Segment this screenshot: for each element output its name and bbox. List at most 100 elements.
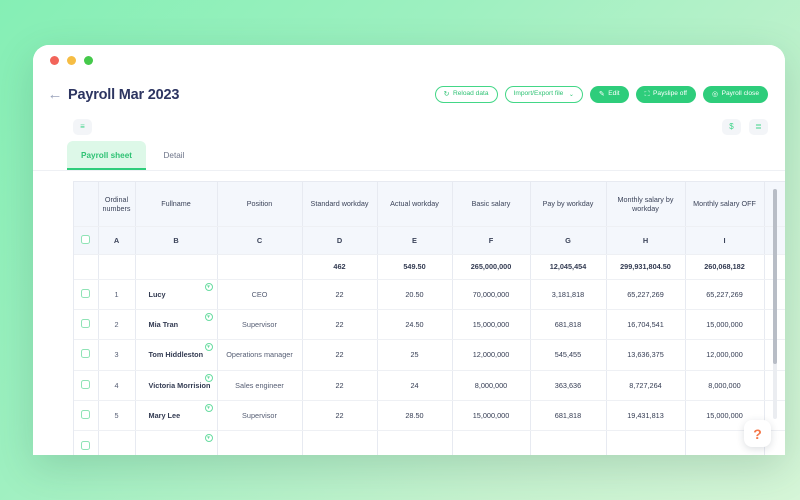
cell-monthly-salary-by-workday: 8,727,264 <box>606 370 686 402</box>
row-select-cell[interactable] <box>74 279 99 310</box>
letter-a: A <box>98 226 136 255</box>
cell-monthly-salary-by-workday: 13,636,375 <box>606 339 686 371</box>
import-export-file-button[interactable]: Import/Export file ⌄ <box>504 86 583 103</box>
cell-fullname: Mary Lee ▾ <box>135 400 218 432</box>
table-row[interactable]: 5 Mary Lee ▾ Supervisor 22 28.50 15,000,0… <box>74 400 785 432</box>
table-row[interactable]: 2 Mia Tran ▾ Supervisor 22 24.50 15,000,0… <box>74 309 785 341</box>
row-expand-icon[interactable]: ▾ <box>204 343 213 352</box>
row-checkbox[interactable] <box>81 379 91 389</box>
header-ordinal: Ordinal numbers <box>98 182 136 227</box>
table-row[interactable]: 3 Tom Hiddleston ▾ Operations manager 22 … <box>74 339 785 371</box>
row-expand-icon[interactable]: ▾ <box>204 373 213 382</box>
header-fullname: Fullname <box>135 182 218 227</box>
cell-monthly-salary-off: 65,227,269 <box>685 279 765 310</box>
totals-fullname <box>135 254 218 280</box>
row-checkbox[interactable] <box>81 288 91 298</box>
fullname-text: Tom Hiddleston <box>148 350 204 360</box>
cell-ordinal: 4 <box>98 370 136 402</box>
fullname-text: Lucy <box>148 289 166 299</box>
cell-basic-salary: 8,000,000 <box>452 370 531 402</box>
table-vertical-scrollbar[interactable] <box>773 189 777 419</box>
totals-basic-salary: 265,000,000 <box>452 254 531 280</box>
cell-ordinal: 5 <box>98 400 136 432</box>
cell-actual-workday: 20.50 <box>377 279 453 310</box>
row-select-cell[interactable] <box>74 400 99 432</box>
cell-standard-workday: 22 <box>302 309 378 341</box>
app-window: ← Payroll Mar 2023 ↻ Reload data Import/… <box>33 45 785 455</box>
row-select-cell[interactable] <box>74 339 99 371</box>
cell-actual-workday: 24 <box>377 370 453 402</box>
cell-actual-workday: 24.50 <box>377 309 453 341</box>
table-scroll-container[interactable]: Ordinal numbers Fullname Position Standa… <box>73 181 785 455</box>
list-icon[interactable]: ≣ <box>749 119 768 135</box>
totals-standard-workday: 462 <box>302 254 378 280</box>
check-circle-icon: ◎ <box>712 91 719 98</box>
window-close-dot[interactable] <box>50 56 59 65</box>
row-expand-icon[interactable]: ▾ <box>204 312 213 321</box>
cell-position: Sales engineer <box>217 370 303 402</box>
page-title: Payroll Mar 2023 <box>68 86 180 103</box>
totals-pay-by-workday: 12,045,454 <box>530 254 607 280</box>
help-button[interactable]: ? <box>744 420 771 447</box>
filter-icon[interactable]: ≡ <box>73 119 92 135</box>
fullname-text: Victoria Morrision <box>148 380 211 390</box>
cell-fullname: ▾ <box>135 430 218 455</box>
table-row[interactable]: 4 Victoria Morrision ▾ Sales engineer 22 … <box>74 370 785 402</box>
window-minimize-dot[interactable] <box>67 56 76 65</box>
row-checkbox[interactable] <box>81 349 91 359</box>
cell-standard-workday: 22 <box>302 400 378 432</box>
header-position: Position <box>217 182 303 227</box>
row-expand-icon[interactable]: ▾ <box>204 434 213 443</box>
fullname-text: Mary Lee <box>148 411 181 421</box>
arrow-left-icon[interactable]: ← <box>44 87 66 102</box>
letter-h: H <box>606 226 686 255</box>
payroll-close-button[interactable]: ◎ Payroll close <box>703 86 768 103</box>
refresh-icon: ↻ <box>443 91 450 98</box>
cell-basic-salary <box>452 430 531 455</box>
letter-g: G <box>530 226 607 255</box>
header-monthly-salary-off: Monthly salary OFF <box>685 182 765 227</box>
cell-ordinal: 2 <box>98 309 136 341</box>
row-checkbox[interactable] <box>81 440 91 450</box>
letter-d: D <box>302 226 378 255</box>
dollar-icon[interactable]: $ <box>722 119 741 135</box>
cell-basic-salary: 70,000,000 <box>452 279 531 310</box>
totals-actual-workday: 549.50 <box>377 254 453 280</box>
row-checkbox[interactable] <box>81 319 91 329</box>
letter-e: E <box>377 226 453 255</box>
row-expand-icon[interactable]: ▾ <box>204 282 213 291</box>
header-pay-by-workday: Pay by workday <box>530 182 607 227</box>
window-maximize-dot[interactable] <box>84 56 93 65</box>
header-standard-workday: Standard workday <box>302 182 378 227</box>
cell-pay-by-workday: 363,636 <box>530 370 607 402</box>
cell-monthly-salary-off: 15,000,000 <box>685 309 765 341</box>
reload-data-button[interactable]: ↻ Reload data <box>434 86 498 103</box>
row-select-cell[interactable] <box>74 309 99 341</box>
cell-monthly-salary-by-workday: 65,227,269 <box>606 279 686 310</box>
cell-basic-salary: 15,000,000 <box>452 309 531 341</box>
tab-detail[interactable]: Detail <box>146 141 202 170</box>
select-all-cell[interactable] <box>74 226 99 255</box>
cell-pay-by-workday: 3,181,818 <box>530 279 607 310</box>
payslip-off-label: Payslipe off <box>653 90 687 98</box>
chevron-down-icon: ⌄ <box>568 91 574 98</box>
row-select-cell[interactable] <box>74 430 99 455</box>
row-checkbox[interactable] <box>81 410 91 420</box>
tab-payroll-sheet[interactable]: Payroll sheet <box>67 141 146 170</box>
payslip-off-button[interactable]: ⛶ Payslipe off <box>635 86 696 103</box>
table-row[interactable]: ▾ <box>74 430 785 455</box>
row-select-cell[interactable] <box>74 370 99 402</box>
letter-b: B <box>135 226 218 255</box>
cell-monthly-salary-by-workday: 16,704,541 <box>606 309 686 341</box>
pencil-icon: ✎ <box>598 91 605 98</box>
edit-button[interactable]: ✎ Edit <box>589 86 629 103</box>
scrollbar-thumb[interactable] <box>773 189 777 364</box>
import-export-label: Import/Export file <box>513 90 564 98</box>
row-expand-icon[interactable]: ▾ <box>204 404 213 413</box>
letter-i: I <box>685 226 765 255</box>
cell-fullname: Lucy ▾ <box>135 279 218 310</box>
header-basic-salary: Basic salary <box>452 182 531 227</box>
cell-pay-by-workday: 681,818 <box>530 309 607 341</box>
table-row[interactable]: 1 Lucy ▾ CEO 22 20.50 70,000,000 3,181,81… <box>74 279 785 310</box>
select-all-checkbox[interactable] <box>81 234 91 244</box>
